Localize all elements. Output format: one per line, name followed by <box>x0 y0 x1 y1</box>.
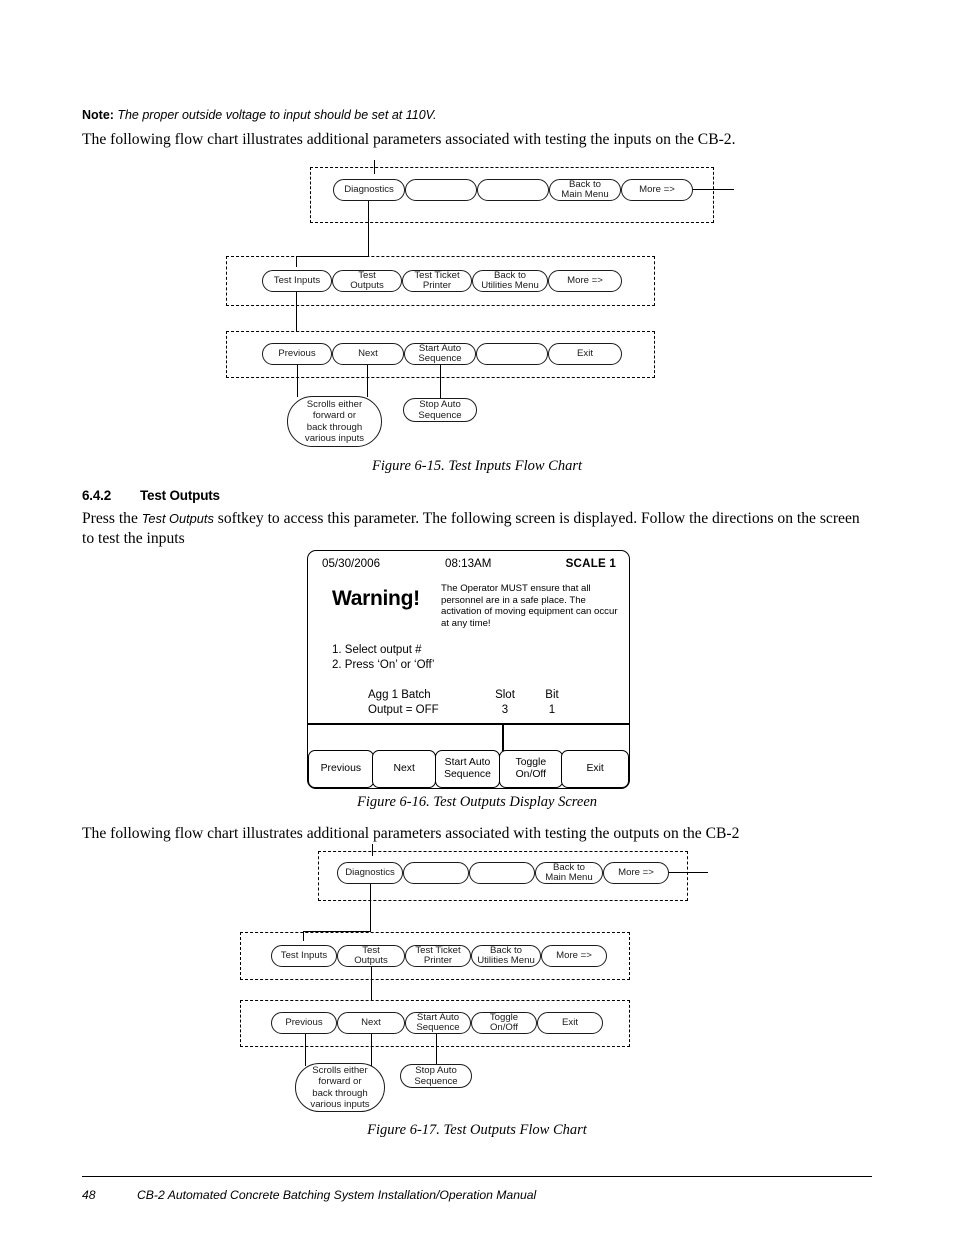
softkey2-test-inputs[interactable]: Test Inputs <box>271 945 337 967</box>
intro-paragraph-outputs: The following flow chart illustrates add… <box>82 825 740 842</box>
table-row: Output = OFF 3 1 <box>368 703 598 718</box>
data-label-row1: Agg 1 Batch <box>368 689 431 701</box>
connector2-start-auto-down <box>436 1034 438 1068</box>
screen-softkey-previous[interactable]: Previous <box>308 750 374 788</box>
softkey-more-row2[interactable]: More => <box>548 270 622 292</box>
connector-diagnostics-down <box>368 201 370 257</box>
connector-start-auto-down <box>440 365 442 399</box>
connector-next-down <box>367 365 368 397</box>
connector2-previous-down <box>305 1034 306 1066</box>
connector2-diagnostics-left <box>303 931 371 933</box>
connector-feed-row1 <box>374 160 376 174</box>
data-value-bit: 1 <box>548 704 556 716</box>
footer-divider <box>82 1176 872 1177</box>
column-header-bit: Bit <box>545 689 559 701</box>
connector2-into-row2 <box>303 931 305 941</box>
softkey2-more-row1[interactable]: More => <box>603 862 669 884</box>
display-screen-mock: 05/30/2006 08:13AM SCALE 1 Warning! The … <box>307 550 630 789</box>
data-value-slot: 3 <box>501 704 509 716</box>
screen-data-table: Agg 1 Batch Slot Bit Output = OFF 3 1 <box>368 688 598 718</box>
screen-date: 05/30/2006 <box>322 557 381 570</box>
screen-softkey-toggle-on-off[interactable]: Toggle On/Off <box>498 750 563 788</box>
screen-softkey-start-auto-sequence[interactable]: Start Auto Sequence <box>434 750 501 788</box>
connector2-more-row1-stub <box>668 872 708 874</box>
connector2-next-down <box>371 1034 372 1066</box>
oval2-scroll-description: Scrolls either forward or back through v… <box>295 1063 385 1112</box>
softkey-blank-2[interactable] <box>477 179 549 201</box>
softkey2-next[interactable]: Next <box>337 1012 405 1034</box>
softkey2-toggle-on-off[interactable]: Toggle On/Off <box>471 1012 537 1034</box>
softkey-more-row1[interactable]: More => <box>621 179 693 201</box>
screen-warning-body: The Operator MUST ensure that all person… <box>441 583 618 629</box>
connector2-diagnostics-down <box>370 884 372 932</box>
page-number: 48 <box>82 1188 96 1202</box>
figure-caption-6-15: Figure 6-15. Test Inputs Flow Chart <box>372 458 582 474</box>
softkey2-previous[interactable]: Previous <box>271 1012 337 1034</box>
manual-title: CB-2 Automated Concrete Batching System … <box>137 1188 537 1202</box>
data-label-row2: Output = OFF <box>368 704 439 716</box>
screen-horizontal-divider <box>308 723 629 725</box>
softkey-blank-1[interactable] <box>405 179 477 201</box>
oval2-stop-auto-sequence[interactable]: Stop Auto Sequence <box>400 1064 472 1088</box>
section-heading-6-4-2: 6.4.2 Test Outputs <box>82 488 220 503</box>
oval-stop-auto-sequence[interactable]: Stop Auto Sequence <box>403 398 477 422</box>
softkey-previous[interactable]: Previous <box>262 343 332 365</box>
screen-time: 08:13AM <box>445 557 492 570</box>
softkey2-back-to-main-menu[interactable]: Back to Main Menu <box>535 862 603 884</box>
connector-test-inputs-down <box>296 292 298 332</box>
screen-warning-title: Warning! <box>332 587 420 610</box>
body-text-before: Press the <box>82 510 142 527</box>
softkey-diagnostics[interactable]: Diagnostics <box>333 179 405 201</box>
note-line: Note: The proper outside voltage to inpu… <box>82 107 882 123</box>
connector2-feed-row1 <box>372 844 374 856</box>
note-label: Note: <box>82 108 114 122</box>
connector-diagnostics-left <box>296 256 369 258</box>
softkey-back-to-main-menu[interactable]: Back to Main Menu <box>549 179 621 201</box>
column-header-slot: Slot <box>495 689 515 701</box>
screen-instruction-steps: 1. Select output # 2. Press ‘On’ or ‘Off… <box>332 644 435 671</box>
figure-caption-6-16: Figure 6-16. Test Outputs Display Screen <box>356 794 598 810</box>
softkey2-test-ticket-printer[interactable]: Test Ticket Printer <box>405 945 471 967</box>
screen-softkey-tick <box>502 723 504 751</box>
softkey2-more-row2[interactable]: More => <box>541 945 607 967</box>
softkey2-exit[interactable]: Exit <box>537 1012 603 1034</box>
softkey-test-ticket-printer[interactable]: Test Ticket Printer <box>402 270 472 292</box>
section-number: 6.4.2 <box>82 488 112 503</box>
screen-softkey-bar: Previous Next Start Auto Sequence Toggle… <box>308 750 629 788</box>
softkey2-start-auto-sequence[interactable]: Start Auto Sequence <box>405 1012 471 1034</box>
softkey2-test-outputs[interactable]: Test Outputs <box>337 945 405 967</box>
softkey2-back-to-utilities-menu[interactable]: Back to Utilities Menu <box>471 945 541 967</box>
softkey-test-outputs[interactable]: Test Outputs <box>332 270 402 292</box>
body-paragraph-test-outputs: Press the Test Outputs softkey to access… <box>82 509 872 549</box>
table-row: Agg 1 Batch Slot Bit <box>368 688 598 703</box>
softkey2-diagnostics[interactable]: Diagnostics <box>337 862 403 884</box>
connector2-test-outputs-down <box>371 967 373 1001</box>
softkey-next[interactable]: Next <box>332 343 404 365</box>
softkey-blank-row3[interactable] <box>476 343 548 365</box>
screen-softkey-exit[interactable]: Exit <box>561 750 629 788</box>
connector-into-row2 <box>296 256 298 267</box>
connector-previous-down <box>297 365 298 397</box>
softkey-test-inputs[interactable]: Test Inputs <box>262 270 332 292</box>
screen-status-bar: 05/30/2006 08:13AM SCALE 1 <box>308 557 629 573</box>
softkey2-blank-1[interactable] <box>403 862 469 884</box>
softkey2-blank-2[interactable] <box>469 862 535 884</box>
connector-more-row1-stub <box>692 189 734 191</box>
figure-caption-6-17: Figure 6-17. Test Outputs Flow Chart <box>367 1122 587 1138</box>
screen-softkey-next[interactable]: Next <box>372 750 437 788</box>
section-title: Test Outputs <box>140 488 220 503</box>
softkey-back-to-utilities-menu[interactable]: Back to Utilities Menu <box>472 270 548 292</box>
footer: 48 CB-2 Automated Concrete Batching Syste… <box>82 1188 536 1202</box>
note-text: The proper outside voltage to input shou… <box>117 108 437 122</box>
intro-paragraph-inputs: The following flow chart illustrates add… <box>82 131 736 148</box>
softkey-exit[interactable]: Exit <box>548 343 622 365</box>
softkey-start-auto-sequence[interactable]: Start Auto Sequence <box>404 343 476 365</box>
oval-scroll-description: Scrolls either forward or back through v… <box>287 396 382 447</box>
body-text-italic: Test Outputs <box>141 511 214 526</box>
screen-scale-indicator: SCALE 1 <box>565 557 616 570</box>
